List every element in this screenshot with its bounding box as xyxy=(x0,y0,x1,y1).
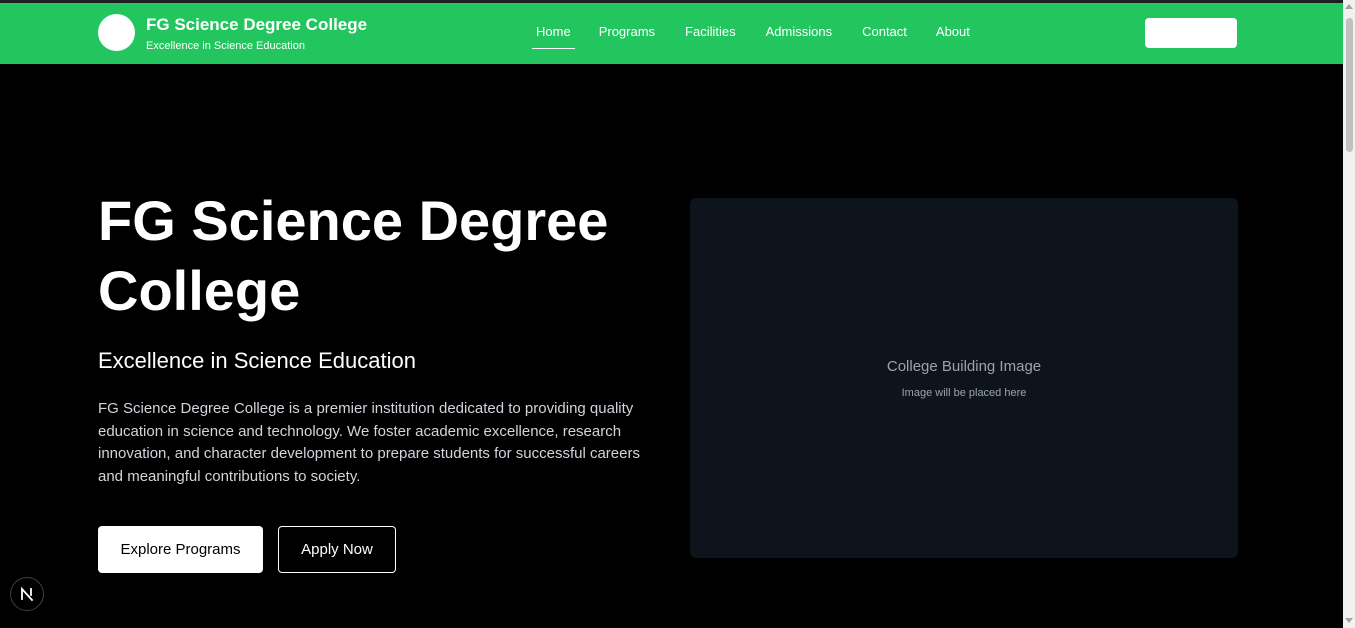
scroll-down-arrow-icon[interactable] xyxy=(1345,618,1353,623)
navbar: FG Science Degree College Excellence in … xyxy=(0,3,1343,64)
apply-now-button[interactable]: Apply Now xyxy=(278,526,396,573)
explore-programs-button[interactable]: Explore Programs xyxy=(98,526,263,573)
vertical-scrollbar[interactable] xyxy=(1343,0,1355,628)
nav-link-home[interactable]: Home xyxy=(532,24,575,49)
college-image-placeholder: College Building Image Image will be pla… xyxy=(690,198,1238,558)
main-nav: Home Programs Facilities Admissions Cont… xyxy=(532,24,970,49)
logo-circle-icon[interactable] xyxy=(98,14,135,51)
nav-link-admissions[interactable]: Admissions xyxy=(766,24,832,39)
nav-link-contact[interactable]: Contact xyxy=(862,24,907,39)
nextjs-logo-icon[interactable] xyxy=(10,577,44,611)
page-viewport: FG Science Degree College Excellence in … xyxy=(0,0,1343,628)
nav-link-programs[interactable]: Programs xyxy=(599,24,655,39)
scroll-up-arrow-icon[interactable] xyxy=(1345,4,1353,9)
nextjs-n-glyph xyxy=(21,586,34,602)
scrollbar-thumb[interactable] xyxy=(1346,18,1353,152)
header-action-button[interactable] xyxy=(1145,18,1237,48)
nav-link-about[interactable]: About xyxy=(936,24,970,39)
image-hint: Image will be placed here xyxy=(901,387,1027,399)
hero-title: FG Science Degree College xyxy=(98,189,609,322)
hero-subtitle: Excellence in Science Education xyxy=(98,348,416,373)
brand-subtitle: Excellence in Science Education xyxy=(146,40,305,52)
nav-link-facilities[interactable]: Facilities xyxy=(685,24,736,39)
brand-title[interactable]: FG Science Degree College xyxy=(146,15,367,35)
hero-description: FG Science Degree College is a premier i… xyxy=(98,400,640,485)
image-caption: College Building Image xyxy=(886,358,1042,375)
